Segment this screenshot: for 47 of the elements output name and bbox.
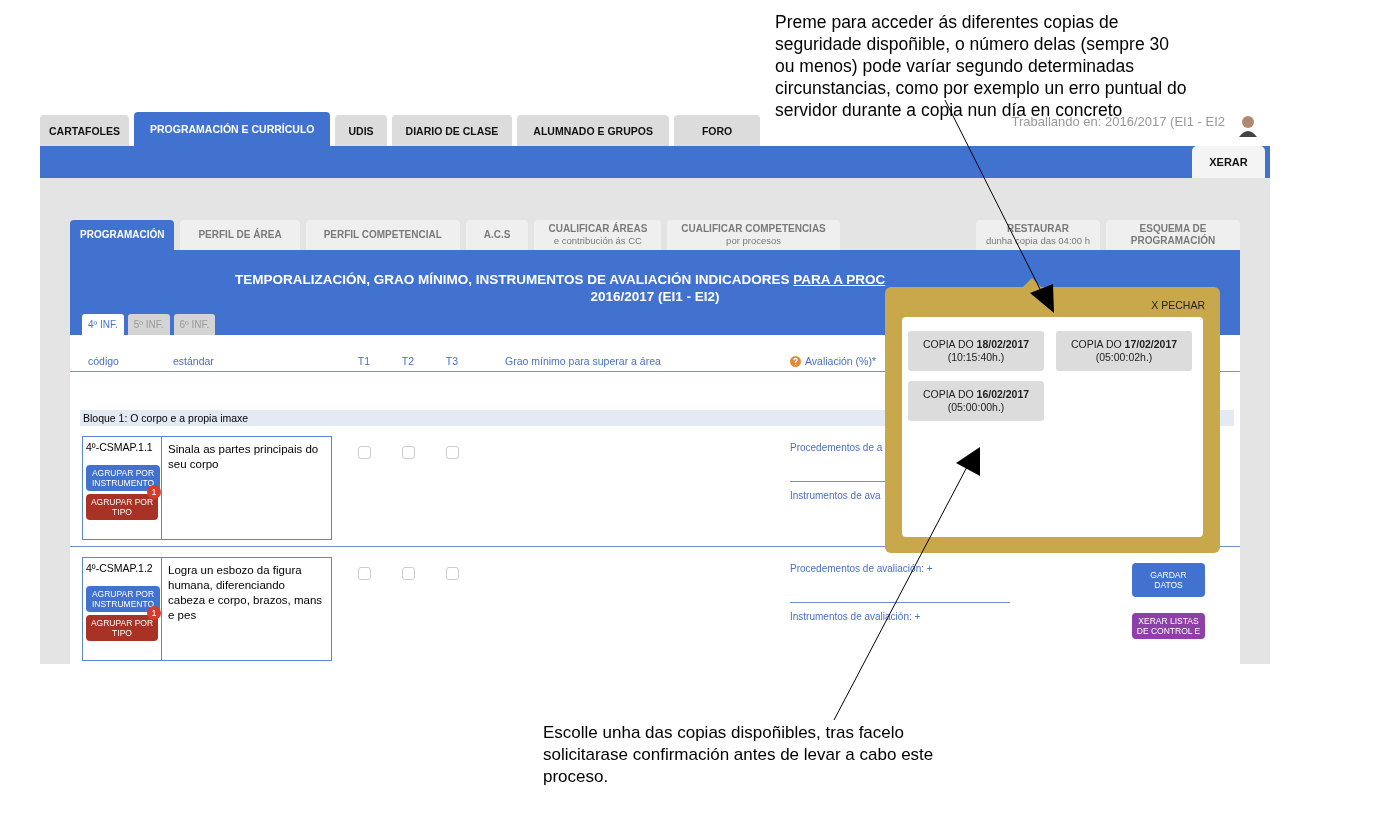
- callout-text: Escolle unha das copias dispoñibles, tras facelo solicitarase confirmación antes de levar a cabo este proceso.: [543, 722, 935, 788]
- backup-copy-button[interactable]: COPIA DO 18/02/2017 (10:15:40h.): [908, 331, 1044, 371]
- standard-cell: Logra un esbozo da figura humana, diferenciando cabeza e corpo, brazos, mans e pes: [162, 557, 332, 661]
- count-badge: 1: [147, 485, 161, 499]
- generate-lists-button[interactable]: XERAR LISTAS DE CONTROL E: [1132, 613, 1205, 639]
- backup-copy-button[interactable]: COPIA DO 17/02/2017 (05:00:02h.): [1056, 331, 1192, 371]
- column-header: T3: [444, 355, 460, 369]
- section-tab[interactable]: PROGRAMACIÓN: [70, 220, 175, 250]
- count-badge: 1: [147, 606, 161, 620]
- term-checkbox[interactable]: [445, 446, 459, 459]
- nav-tab[interactable]: UDIS: [335, 115, 387, 146]
- column-header: código: [87, 355, 120, 369]
- column-header: estándar: [172, 355, 215, 369]
- section-tab[interactable]: PERFIL COMPETENCIAL: [305, 220, 460, 250]
- section-tab[interactable]: PERFIL DE ÁREA: [180, 220, 300, 250]
- backup-copy-button[interactable]: COPIA DO 16/02/2017 (05:00:00h.): [908, 381, 1044, 421]
- group-by-type-button[interactable]: AGRUPAR POR TIPO: [86, 615, 158, 641]
- term-checkbox[interactable]: [401, 567, 415, 580]
- nav-tab[interactable]: PROGRAMACIÓN E CURRÍCULO: [133, 112, 331, 146]
- nav-tab[interactable]: DIARIO DE CLASE: [391, 115, 513, 146]
- help-icon: [790, 355, 801, 367]
- section-tab[interactable]: CUALIFICAR COMPETENCIAS por procesos: [667, 220, 840, 250]
- column-header: T1: [356, 355, 372, 369]
- column-header: T2: [400, 355, 416, 369]
- column-header: Grao mínimo para superar a área: [504, 355, 662, 369]
- term-checkbox[interactable]: [401, 446, 415, 459]
- nav-tab[interactable]: FORO: [673, 115, 761, 146]
- generate-tab[interactable]: XERAR: [1192, 146, 1265, 178]
- term-checkbox[interactable]: [357, 446, 371, 459]
- save-button[interactable]: GARDAR DATOS: [1132, 563, 1205, 597]
- avatar-icon[interactable]: [1238, 115, 1258, 137]
- panel-subtitle: 2016/2017 (EI1 - EI2): [589, 289, 721, 304]
- nav-tab[interactable]: CARTAFOLES: [40, 115, 129, 146]
- section-tab[interactable]: A.C.S: [465, 220, 529, 250]
- code-text: 4º-CSMAP.1.2: [86, 562, 154, 574]
- close-button[interactable]: X PECHAR: [1151, 299, 1205, 311]
- level-tab[interactable]: 4º INF.: [82, 314, 124, 335]
- term-checkbox[interactable]: [445, 567, 459, 580]
- action-tab[interactable]: ESQUEMA DE PROGRAMACIÓN: [1106, 220, 1240, 250]
- code-text: 4º-CSMAP.1.1: [86, 441, 154, 453]
- standard-cell: Sinala as partes principais do seu corpo: [162, 436, 332, 540]
- section-tab[interactable]: CUALIFICAR ÁREAS e contribución ás CC: [534, 220, 662, 250]
- term-checkbox[interactable]: [357, 567, 371, 580]
- group-by-type-button[interactable]: AGRUPAR POR TIPO: [86, 494, 158, 520]
- panel-title: TEMPORALIZACIÓN, GRAO MÍNIMO, INSTRUMENTOS DE AVALIACIÓN INDICADORES PARA A PROC: [234, 271, 887, 287]
- title-link[interactable]: PARA A PROC: [793, 272, 886, 287]
- nav-tab[interactable]: ALUMNADO E GRUPOS: [517, 115, 669, 146]
